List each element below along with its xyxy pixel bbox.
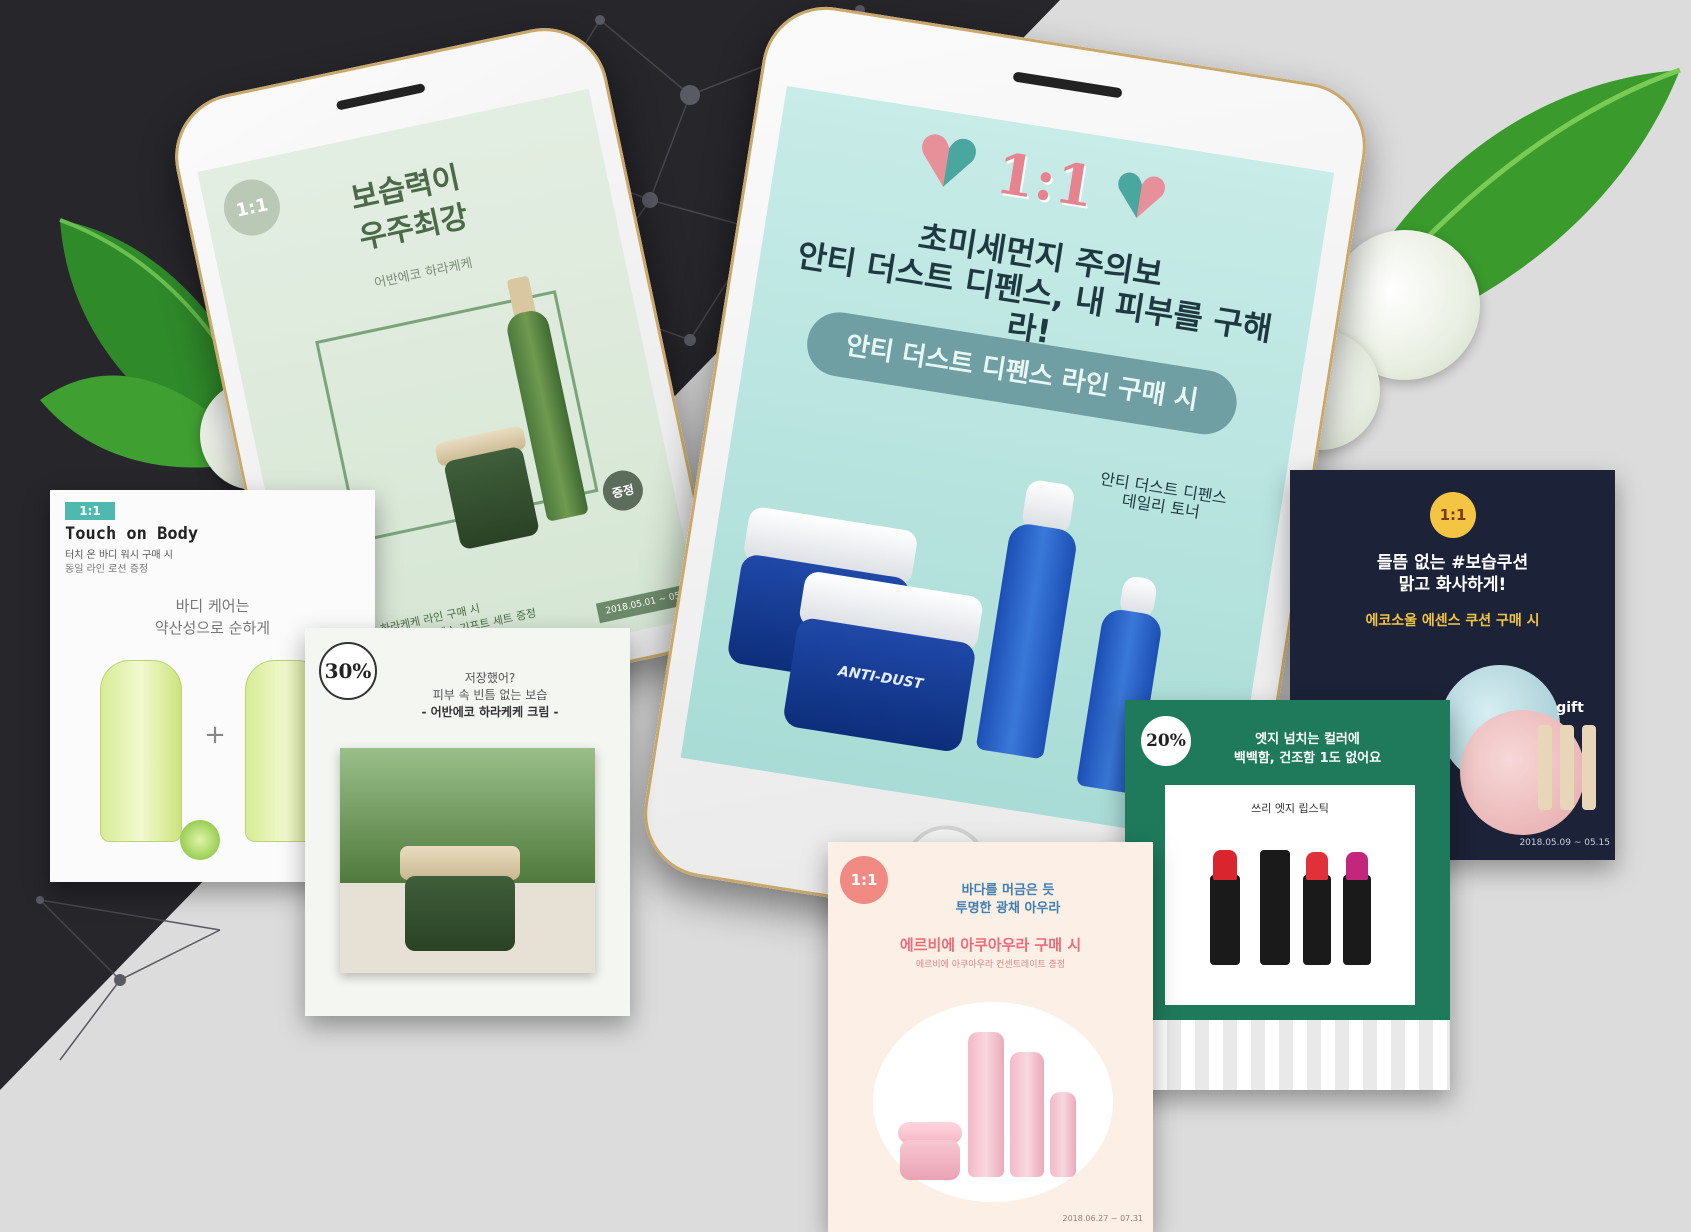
cream-jar <box>900 1140 960 1180</box>
toner-annotation: 안티 더스트 디펜스 데일리 토너 <box>1065 465 1258 531</box>
copy-line: 저장했어? <box>464 671 516 685</box>
one-plus-one-tag: 1:1 <box>65 502 115 520</box>
body-line: 바디 케어는 <box>175 597 250 615</box>
copy-line: 피부 속 빈틈 없는 보습 <box>432 688 548 702</box>
promo-collage: 1:1 보습력이 우주최강 어반에코 하라케케 gift 어반에코 하라케케 라… <box>0 0 1691 1232</box>
phone-speaker <box>335 83 426 111</box>
lipstick-tip <box>1346 852 1368 880</box>
copy-line: 들뜸 없는 #보습쿠션 <box>1376 553 1529 573</box>
striped-floor <box>1125 1020 1450 1090</box>
lipstick-tip <box>1213 850 1237 880</box>
card-copy: 들뜸 없는 #보습쿠션 맑고 화사하게! <box>1305 552 1600 596</box>
copy-line: 투명한 광채 아우라 <box>955 901 1061 916</box>
copy-line: - 어반에코 하라케케 크림 - <box>421 705 559 719</box>
lipstick <box>1210 875 1240 965</box>
cream-jar <box>405 876 515 951</box>
product-name: 쓰리 엣지 립스틱 <box>1251 802 1329 815</box>
card-title: Touch on Body <box>65 524 199 544</box>
copy-line: 엣지 넘치는 컬러에 <box>1255 732 1360 747</box>
card-condition: 에코소울 에센스 쿠션 구매 시 <box>1365 613 1540 629</box>
concealer-tube <box>1560 725 1574 810</box>
concealer-tube <box>1538 725 1552 810</box>
one-plus-one-badge: 1:1 <box>1430 492 1476 538</box>
lipstick <box>1303 875 1331 965</box>
copy-line: 맑고 화사하게! <box>1398 575 1507 595</box>
promo-card-lipstick: 20% 엣지 넘치는 컬러에 백백함, 건조함 1도 없어요 쓰리 엣지 립스틱 <box>1125 700 1450 1090</box>
one-plus-one-badge: 1:1 <box>991 140 1100 221</box>
promo-date: 2018.05.09 ~ 05.15 <box>1519 838 1610 848</box>
promo-tag: 증정 <box>599 466 647 515</box>
copy-line: 백백함, 건조함 1도 없어요 <box>1233 751 1382 766</box>
lipstick <box>1260 850 1290 965</box>
phone-speaker <box>1012 71 1123 99</box>
mist-bottle <box>975 521 1079 760</box>
gift-label: gift <box>1556 700 1584 716</box>
card-gift-line: 에르비에 아쿠아우라 컨센트레이트 증정 <box>915 960 1066 970</box>
product-panel <box>1165 785 1415 1005</box>
lipstick-tip <box>1306 852 1328 880</box>
lime-slice <box>180 820 220 860</box>
promo-card-aqua-aura: 1:1 바다를 머금은 듯 투명한 광채 아우라 에르비에 아쿠아우라 구매 시… <box>828 842 1153 1232</box>
heart-icon <box>922 134 976 187</box>
card-copy: 바다를 머금은 듯 투명한 광채 아우라 <box>878 882 1138 918</box>
plus-sign: + <box>204 720 226 750</box>
lipstick <box>1343 875 1371 965</box>
card-body-text: 바디 케어는 약산성으로 순하게 <box>90 595 335 639</box>
body-line: 약산성으로 순하게 <box>154 619 271 637</box>
card-subtitle: 터치 온 바디 워시 구매 시 <box>65 550 173 561</box>
copy-line: 바다를 머금은 듯 <box>961 883 1055 898</box>
product-label: ANTI-DUST <box>836 663 925 693</box>
body-wash-bottle <box>100 660 182 842</box>
card-condition: 에르비에 아쿠아우라 구매 시 <box>899 936 1082 954</box>
one-plus-one-badge: 1:1 <box>218 174 286 241</box>
serum-bottle <box>1010 1052 1044 1177</box>
essence-bottle <box>1050 1092 1076 1177</box>
card-subtitle: 동일 라인 로션 증정 <box>65 564 149 575</box>
card-copy: 엣지 넘치는 컬러에 백백함, 건조함 1도 없어요 <box>1180 730 1435 768</box>
concealer-tube <box>1582 725 1596 810</box>
card-copy: 저장했어? 피부 속 빈틈 없는 보습 - 어반에코 하라케케 크림 - <box>365 670 615 721</box>
heart-icon <box>1118 172 1166 219</box>
promo-date: 2018.06.27 ~ 07.31 <box>1062 1214 1144 1223</box>
promo-card-cream: 30% 저장했어? 피부 속 빈틈 없는 보습 - 어반에코 하라케케 크림 - <box>305 628 630 1016</box>
cream-jar-lid <box>400 846 520 880</box>
toner-bottle <box>968 1032 1004 1177</box>
